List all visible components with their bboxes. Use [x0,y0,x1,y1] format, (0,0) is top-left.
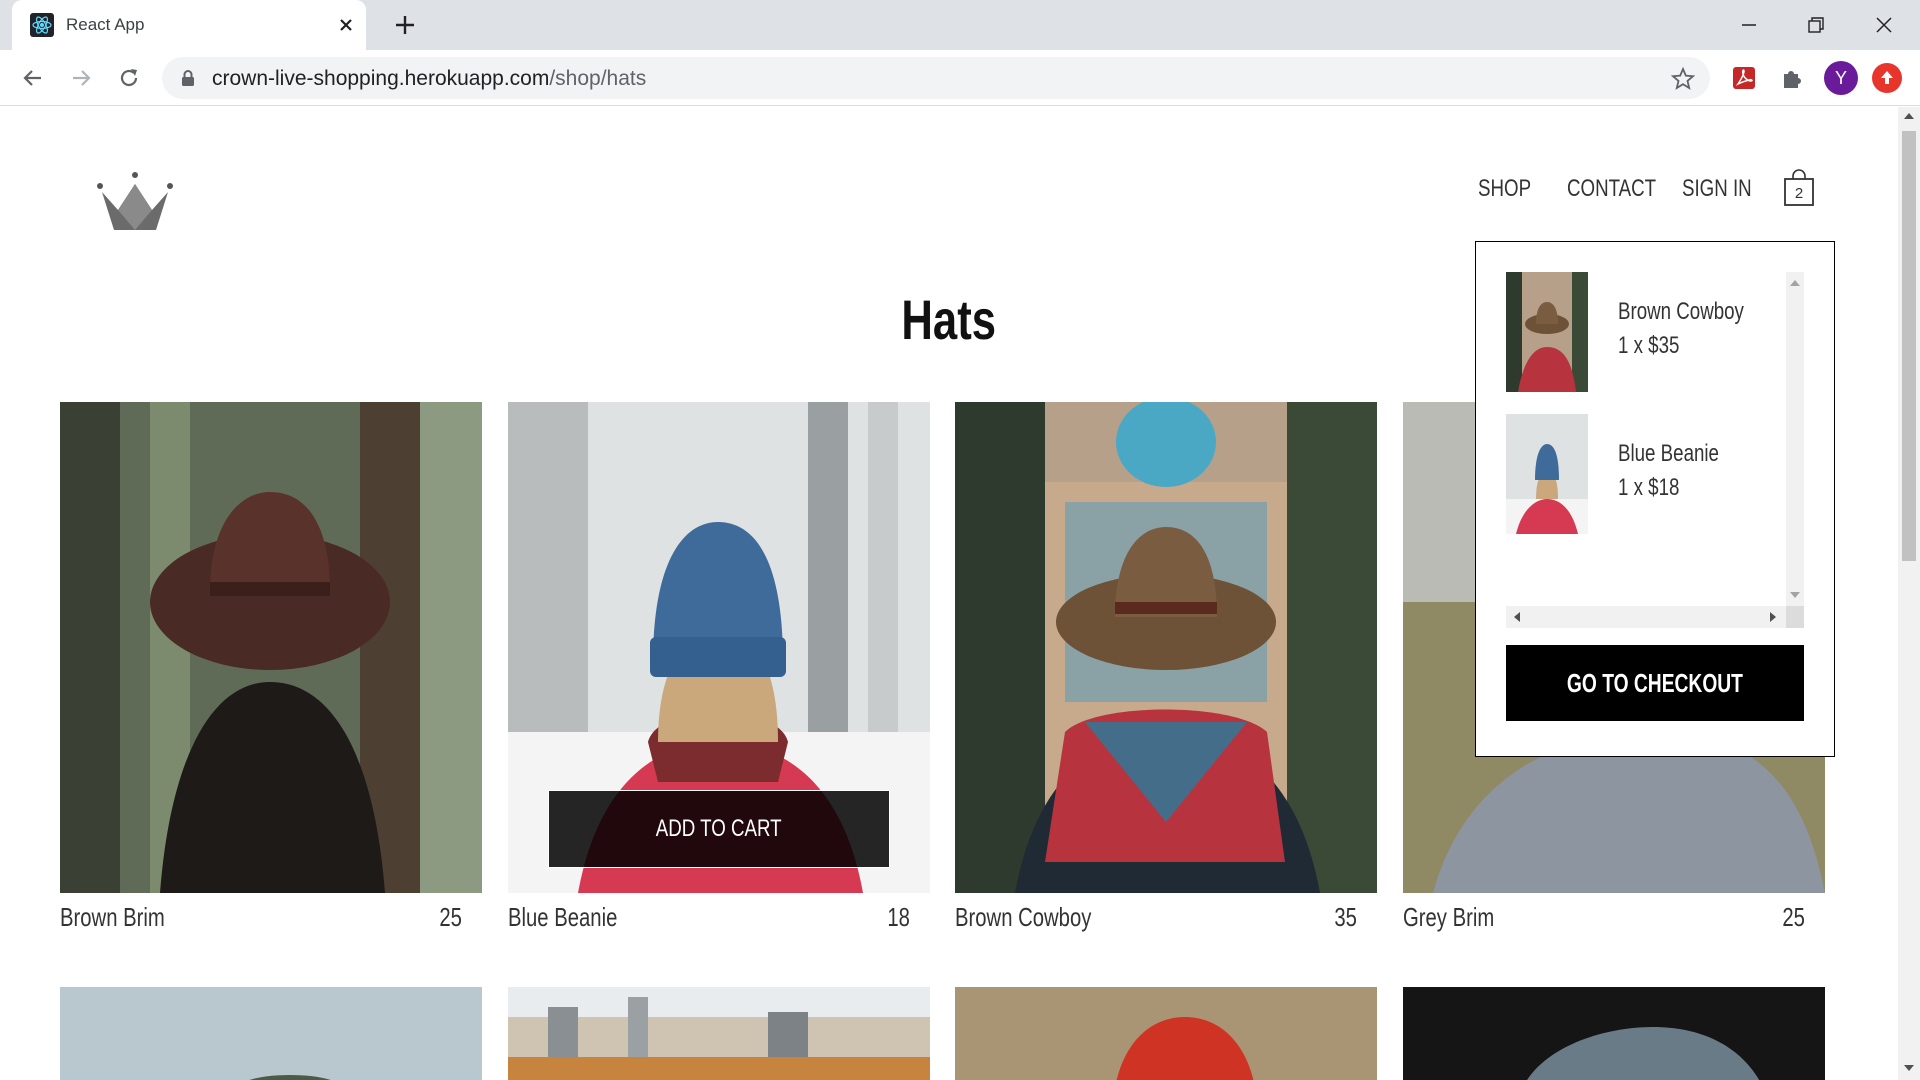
cart-item-quantity-price: 1 x $18 [1618,474,1680,501]
product-price: 35 [1334,902,1357,932]
cart-item-name: Brown Cowboy [1618,298,1744,325]
cart-item-quantity-price: 1 x $35 [1618,332,1680,359]
restore-icon[interactable] [1801,10,1831,40]
cart-item: Blue Beanie 1 x $18 [1506,414,1786,538]
scrollbar-thumb[interactable] [1902,131,1916,561]
lock-icon [182,70,194,86]
nav-sign-in-link[interactable]: SIGN IN [1682,175,1752,203]
extensions-puzzle-icon[interactable] [1778,64,1806,92]
cart-item-image [1506,272,1588,392]
forward-arrow-icon[interactable] [66,63,96,93]
url-text[interactable]: crown-live-shopping.herokuapp.com/shop/h… [212,67,646,91]
cart-icon[interactable]: 2 [1783,169,1815,207]
product-image [60,987,482,1080]
product-image [508,987,930,1080]
add-to-cart-button[interactable]: ADD TO CART [548,790,890,868]
cart-count: 2 [1794,185,1804,202]
cart-item-image [1506,414,1588,534]
scroll-left-arrow-icon[interactable] [1514,612,1520,622]
go-to-checkout-button[interactable]: GO TO CHECKOUT [1506,645,1804,721]
react-logo-icon [30,13,54,37]
product-name: Brown Cowboy [955,902,1092,932]
scroll-down-arrow-icon[interactable] [1904,1065,1914,1071]
pdf-extension-icon[interactable] [1730,64,1758,92]
product-image [1403,987,1825,1080]
url-host: crown-live-shopping.herokuapp.com [212,67,550,90]
reload-icon[interactable] [114,63,144,93]
product-price: 25 [1782,902,1805,932]
bookmark-star-icon[interactable] [1670,66,1696,92]
scroll-up-arrow-icon[interactable] [1904,113,1914,119]
browser-tab-strip: React App [0,0,1920,50]
page-viewport: SHOP CONTACT SIGN IN 2 Hats Brown Brim 2… [0,107,1898,1080]
product-card[interactable] [508,987,930,1080]
product-image: ADD TO CART [508,402,930,893]
new-tab-icon[interactable] [392,12,418,38]
url-path: /shop/hats [549,67,647,90]
cart-dropdown: Brown Cowboy 1 x $35 Blue Beanie 1 x $18 [1475,241,1835,757]
product-image [955,987,1377,1080]
product-name: Grey Brim [1403,902,1495,932]
cart-items-list[interactable]: Brown Cowboy 1 x $35 Blue Beanie 1 x $18 [1506,272,1804,632]
cart-vertical-scrollbar[interactable] [1786,272,1804,606]
scroll-down-arrow-icon[interactable] [1790,592,1800,598]
product-name: Brown Brim [60,902,165,932]
product-card[interactable] [955,987,1377,1080]
product-image [60,402,482,893]
scroll-up-arrow-icon[interactable] [1790,280,1800,286]
cart-horizontal-scrollbar[interactable] [1506,606,1786,628]
product-card[interactable] [1403,987,1825,1080]
crown-logo-icon[interactable] [96,172,174,232]
product-price: 18 [887,902,910,932]
add-to-cart-label: ADD TO CART [656,815,782,842]
address-bar[interactable]: crown-live-shopping.herokuapp.com/shop/h… [162,57,1710,99]
back-arrow-icon[interactable] [18,63,48,93]
product-price: 25 [439,902,462,932]
close-window-icon[interactable] [1869,10,1899,40]
nav-contact-link[interactable]: CONTACT [1567,175,1656,203]
close-tab-icon[interactable] [334,13,358,37]
browser-toolbar: crown-live-shopping.herokuapp.com/shop/h… [0,50,1920,106]
page-title-text: Hats [901,288,997,351]
page-vertical-scrollbar[interactable] [1898,107,1920,1080]
tab-title: React App [66,15,145,34]
cart-item: Brown Cowboy 1 x $35 [1506,272,1786,396]
checkout-label: GO TO CHECKOUT [1566,668,1744,698]
scrollbar-corner [1786,606,1804,628]
minimize-icon[interactable] [1734,10,1764,40]
product-card[interactable] [60,987,482,1080]
update-arrow-icon [1881,71,1893,84]
cart-item-name: Blue Beanie [1618,440,1719,467]
update-icon[interactable] [1872,63,1902,93]
browser-tab[interactable]: React App [12,0,366,50]
scroll-right-arrow-icon[interactable] [1770,612,1776,622]
nav-shop-link[interactable]: SHOP [1478,175,1531,203]
product-name: Blue Beanie [508,902,618,932]
product-image [955,402,1377,893]
profile-avatar[interactable]: Y [1824,61,1858,95]
